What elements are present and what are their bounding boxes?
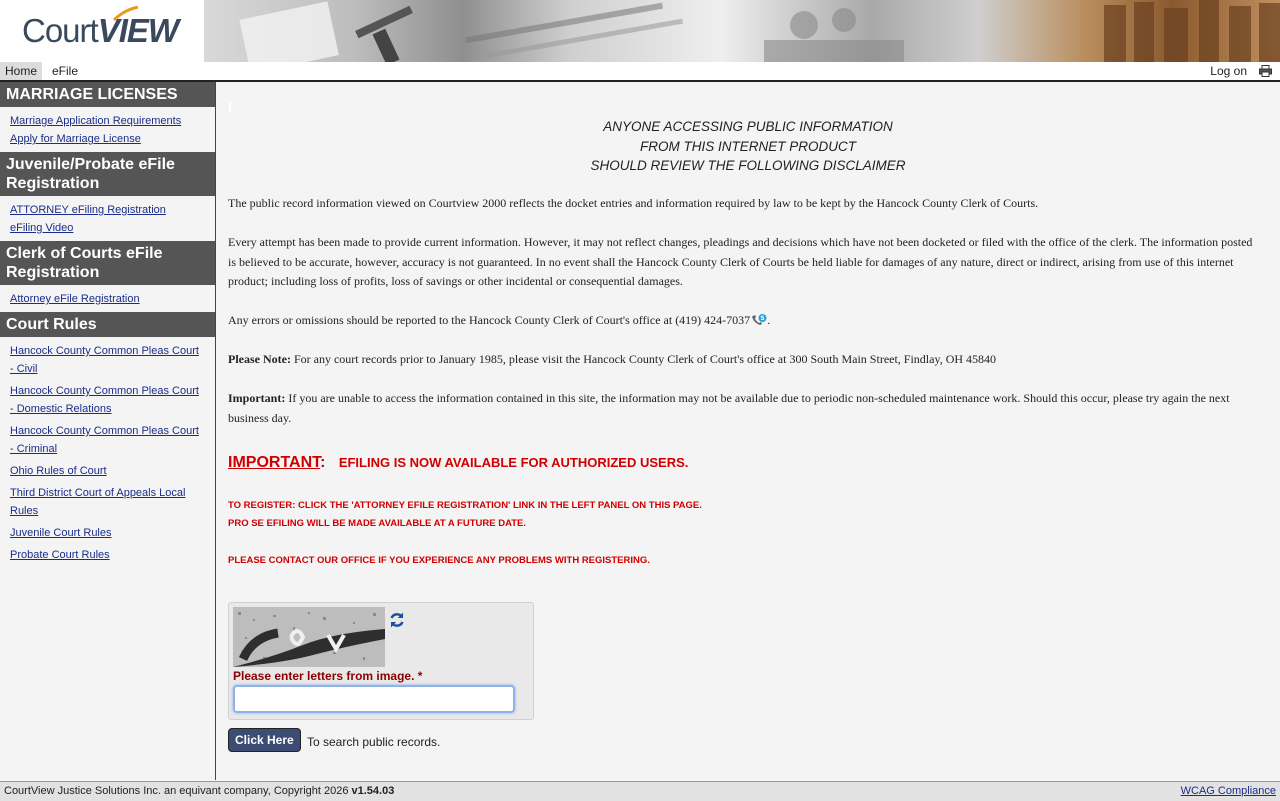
sidebar-list-marriage-licenses: Marriage Application Requirements Apply … (0, 107, 215, 152)
errors-text-end: . (767, 313, 771, 327)
nav-tab-home[interactable]: Home (0, 62, 43, 80)
sidebar-header-marriage-licenses: MARRIAGE LICENSES (0, 82, 215, 107)
version-label: v1.54.03 (351, 785, 395, 797)
print-icon[interactable] (1259, 65, 1272, 77)
search-public-records-button[interactable]: Click Here (228, 728, 301, 752)
captcha-label: Please enter letters from image. * (233, 669, 423, 683)
register-instruction: TO REGISTER: CLICK THE 'ATTORNEY EFILE R… (228, 500, 702, 511)
sidebar-header-juvenile-probate-efile: Juvenile/Probate eFile Registration (0, 152, 215, 196)
important-paragraph: Important: If you are unable to access t… (228, 389, 1258, 428)
left-sidebar: MARRIAGE LICENSES Marriage Application R… (0, 82, 216, 780)
disclaimer-paragraph-2: Every attempt has been made to provide c… (228, 235, 1253, 288)
please-note-paragraph: Please Note: For any court records prior… (228, 350, 1258, 370)
logo-text: CourtVIEW (22, 12, 179, 49)
logo-swoosh-icon (112, 6, 139, 22)
phone-call-icon[interactable]: S (751, 313, 767, 326)
contact-notice: PLEASE CONTACT OUR OFFICE IF YOU EXPERIE… (228, 555, 650, 566)
important-text: If you are unable to access the informat… (228, 391, 1230, 425)
please-note-label: Please Note: (228, 352, 291, 366)
sidebar-list-clerk-of-courts-efile: Attorney eFile Registration (0, 285, 215, 312)
alert-message: EFILING IS NOW AVAILABLE FOR AUTHORIZED … (338, 455, 689, 470)
efiling-alert: IMPORTANT: EFILING IS NOW AVAILABLE FOR … (228, 454, 688, 472)
log-on-link[interactable]: Log on (1205, 62, 1252, 80)
sidebar-list-court-rules: Hancock County Common Pleas Court - Civi… (0, 337, 215, 568)
sidebar-link-common-pleas-domestic-relations[interactable]: Hancock County Common Pleas Court - Dome… (10, 382, 205, 418)
captcha-panel: Please enter letters from image. * (228, 602, 534, 720)
alert-colon: : (320, 454, 326, 471)
header-banner-image (204, 0, 1280, 62)
search-note: To search public records. (307, 735, 441, 749)
alert-important-label: IMPORTANT (228, 454, 321, 471)
sidebar-link-apply-for-marriage-license[interactable]: Apply for Marriage License (10, 130, 205, 148)
sidebar-link-efiling-video[interactable]: eFiling Video (10, 219, 205, 237)
main-content: ANYONE ACCESSING PUBLIC INFORMATION FROM… (228, 82, 1258, 780)
wcag-compliance-link[interactable]: WCAG Compliance (1181, 782, 1276, 801)
disclaimer-line: SHOULD REVIEW THE FOLLOWING DISCLAIMER (590, 158, 906, 173)
disclaimer-heading: ANYONE ACCESSING PUBLIC INFORMATION FROM… (228, 117, 1268, 176)
header: CourtVIEW (0, 0, 1280, 62)
disclaimer-paragraph-3: Any errors or omissions should be report… (228, 311, 1258, 331)
courtview-logo[interactable]: CourtVIEW (0, 0, 204, 62)
sidebar-link-common-pleas-criminal[interactable]: Hancock County Common Pleas Court - Crim… (10, 422, 205, 458)
text-cursor-mark (229, 102, 231, 112)
disclaimer-paragraph-1: The public record information viewed on … (228, 196, 1039, 210)
sidebar-header-clerk-of-courts-efile: Clerk of Courts eFile Registration (0, 241, 215, 285)
errors-text: Any errors or omissions should be report… (228, 313, 751, 327)
sidebar-header-court-rules: Court Rules (0, 312, 215, 337)
refresh-captcha-icon[interactable] (388, 611, 406, 629)
pro-se-notice: PRO SE EFILING WILL BE MADE AVAILABLE AT… (228, 518, 527, 529)
sidebar-link-attorney-efile-registration[interactable]: Attorney eFile Registration (10, 290, 205, 308)
sidebar-link-marriage-application-requirements[interactable]: Marriage Application Requirements (10, 112, 205, 130)
top-nav-bar: Home eFile Log on (0, 62, 1280, 82)
captcha-input[interactable] (233, 685, 515, 713)
nav-tab-efile[interactable]: eFile (47, 62, 83, 80)
sidebar-link-attorney-efiling-registration[interactable]: ATTORNEY eFiling Registration (10, 201, 205, 219)
disclaimer-line: ANYONE ACCESSING PUBLIC INFORMATION (603, 119, 893, 134)
disclaimer-line: FROM THIS INTERNET PRODUCT (640, 138, 856, 154)
please-note-text: For any court records prior to January 1… (290, 352, 997, 366)
sidebar-link-third-district-appeals[interactable]: Third District Court of Appeals Local Ru… (10, 484, 205, 520)
captcha-image (233, 607, 385, 667)
copyright-text: CourtView Justice Solutions Inc. an equi… (4, 785, 352, 797)
footer-copyright: CourtView Justice Solutions Inc. an equi… (4, 782, 394, 801)
sidebar-link-common-pleas-civil[interactable]: Hancock County Common Pleas Court - Civi… (10, 342, 205, 378)
svg-text:S: S (761, 315, 765, 322)
sidebar-link-probate-court-rules[interactable]: Probate Court Rules (10, 546, 205, 564)
footer: CourtView Justice Solutions Inc. an equi… (0, 781, 1280, 801)
sidebar-link-juvenile-court-rules[interactable]: Juvenile Court Rules (10, 524, 205, 542)
important-label: Important: (228, 391, 286, 405)
sidebar-link-ohio-rules-of-court[interactable]: Ohio Rules of Court (10, 462, 205, 480)
sidebar-list-juvenile-probate-efile: ATTORNEY eFiling Registration eFiling Vi… (0, 196, 215, 241)
banner-collage (239, 0, 1280, 62)
